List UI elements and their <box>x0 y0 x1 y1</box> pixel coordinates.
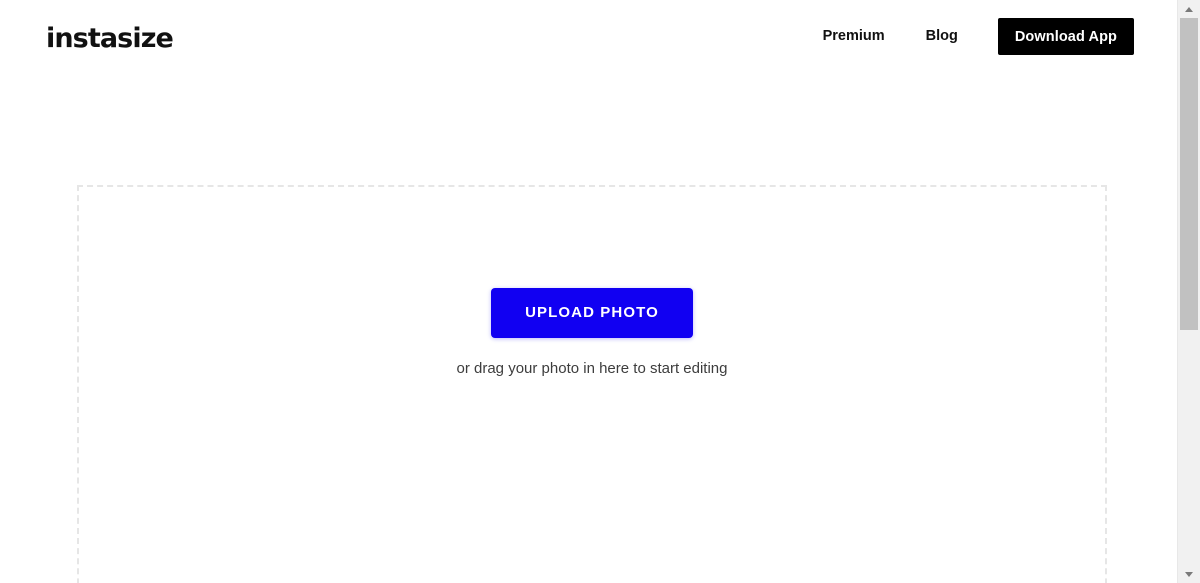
scrollbar-thumb[interactable] <box>1180 18 1198 330</box>
triangle-down-icon <box>1185 571 1193 577</box>
main-navigation: Premium Blog Download App <box>823 18 1134 55</box>
dropzone-content: UPLOAD PHOTO or drag your photo in here … <box>79 187 1105 479</box>
nav-link-blog[interactable]: Blog <box>926 18 958 55</box>
vertical-scrollbar[interactable] <box>1177 0 1200 583</box>
drop-hint-text: or drag your photo in here to start edit… <box>456 359 728 377</box>
site-header: instasize Premium Blog Download App <box>0 0 1177 73</box>
scrollbar-down-button[interactable] <box>1178 565 1200 583</box>
page-viewport: instasize Premium Blog Download App UPLO… <box>0 0 1177 583</box>
download-app-button[interactable]: Download App <box>997 18 1134 55</box>
nav-link-premium[interactable]: Premium <box>823 18 885 55</box>
photo-dropzone[interactable]: UPLOAD PHOTO or drag your photo in here … <box>77 185 1107 583</box>
scrollbar-up-button[interactable] <box>1178 0 1200 18</box>
instasize-logo[interactable]: instasize <box>46 24 174 54</box>
upload-photo-button[interactable]: UPLOAD PHOTO <box>491 287 693 338</box>
triangle-up-icon <box>1185 6 1193 12</box>
